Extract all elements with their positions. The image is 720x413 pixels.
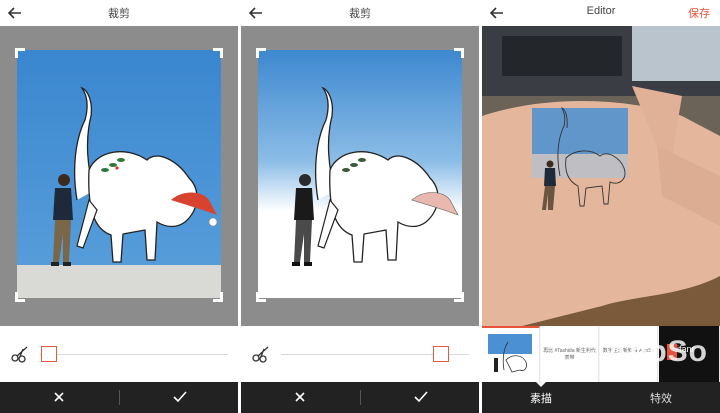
crop-image (17, 50, 221, 298)
close-icon[interactable] (292, 389, 308, 405)
slider-thumb[interactable] (432, 346, 449, 362)
effect-thumbnail[interactable]: 再比 #Tashida 新生利代表带 (541, 326, 599, 382)
top-bar: 裁剪 (241, 0, 479, 26)
watermark-text: AppSo (606, 335, 708, 368)
crop-corner-handle[interactable] (213, 48, 223, 58)
scissors-icon (252, 346, 269, 363)
tab-effects[interactable]: 特效 (650, 390, 672, 406)
adjust-slider-row (241, 326, 479, 382)
crop-corner-handle[interactable] (454, 292, 464, 302)
slider-thumb[interactable] (41, 346, 58, 362)
checkmark-icon[interactable] (413, 389, 429, 405)
top-bar: Editor 保存 (482, 0, 720, 26)
crop-canvas[interactable] (0, 26, 238, 326)
editor-preview[interactable] (482, 26, 720, 326)
adjust-slider-row (0, 326, 238, 382)
crop-corner-handle[interactable] (15, 48, 25, 58)
bottom-action-bar (241, 382, 479, 413)
page-title: Editor (586, 5, 616, 17)
page-title: 裁剪 (108, 8, 130, 20)
crop-canvas[interactable] (241, 26, 479, 326)
bottom-tab-bar: 素描 特效 (482, 382, 720, 413)
page-title: 裁剪 (349, 8, 371, 20)
divider (360, 390, 361, 405)
tab-sketch[interactable]: 素描 (530, 390, 552, 406)
crop-image (258, 50, 462, 298)
close-icon[interactable] (51, 389, 67, 405)
bottom-action-bar (0, 382, 238, 413)
top-bar: 裁剪 (0, 0, 238, 26)
effect-thumbnail[interactable] (482, 326, 540, 382)
crop-panel-sketch: 裁剪 (241, 0, 479, 413)
crop-corner-handle[interactable] (15, 292, 25, 302)
hand-photo (482, 26, 720, 326)
checkmark-icon[interactable] (172, 389, 188, 405)
crop-corner-handle[interactable] (213, 292, 223, 302)
editor-panel: Editor 保存 再比 #Tashida 新生利代表带 数字生活新鲜事 App… (482, 0, 720, 413)
thumbnail-caption: 再比 #Tashida 新生利代表带 (543, 348, 596, 361)
crop-corner-handle[interactable] (256, 292, 266, 302)
scissors-icon (11, 346, 28, 363)
slider-track[interactable] (40, 354, 228, 355)
crop-corner-handle[interactable] (256, 48, 266, 58)
active-tab-indicator (536, 382, 546, 387)
crop-panel-color: 裁剪 (0, 0, 238, 413)
crop-corner-handle[interactable] (454, 48, 464, 58)
save-button[interactable]: 保存 (688, 5, 710, 21)
divider (119, 390, 120, 405)
